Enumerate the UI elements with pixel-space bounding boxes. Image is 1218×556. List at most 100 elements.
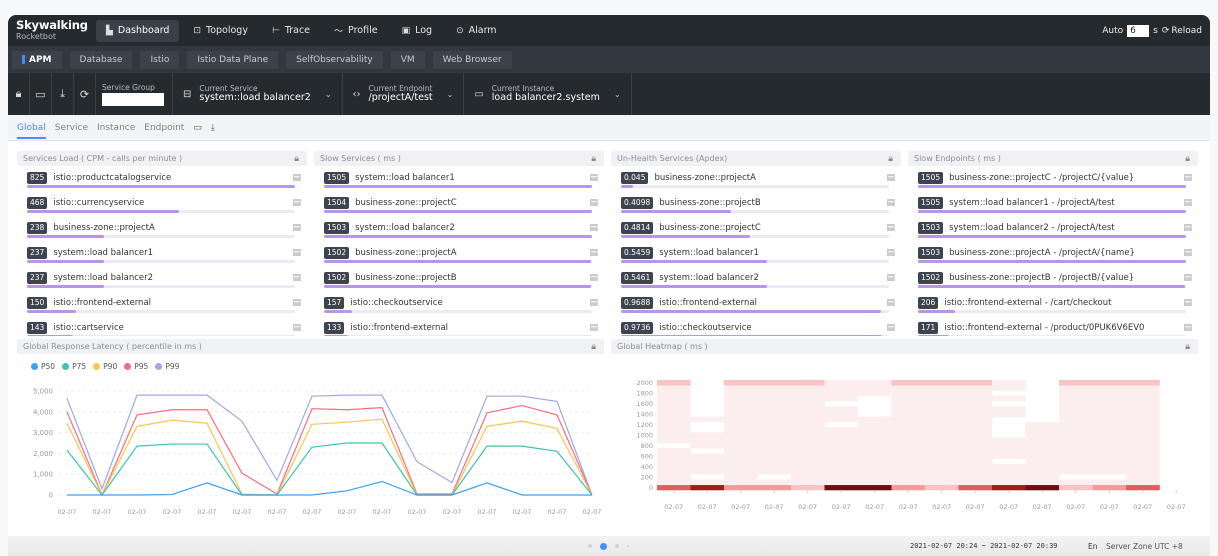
clipboard-icon[interactable]: ▤ xyxy=(886,298,895,308)
heatmap-cell[interactable] xyxy=(1092,458,1127,465)
heatmap-cell[interactable] xyxy=(791,474,825,480)
heatmap-cell[interactable] xyxy=(992,437,1026,444)
heatmap-cell[interactable] xyxy=(1025,427,1060,433)
heatmap-cell[interactable] xyxy=(1025,463,1060,470)
heatmap-cell[interactable] xyxy=(858,390,892,397)
heatmap-cell[interactable] xyxy=(791,390,825,397)
heatmap-cell[interactable] xyxy=(791,395,825,402)
clipboard-icon[interactable]: ▤ xyxy=(292,248,301,258)
nav-profile[interactable]: 〜 Profile xyxy=(324,20,388,42)
heatmap-cell[interactable] xyxy=(824,437,859,444)
heatmap-cell[interactable] xyxy=(925,479,959,486)
heatmap-cell[interactable] xyxy=(1059,458,1093,465)
heatmap-cell[interactable] xyxy=(891,406,926,412)
heatmap-cell[interactable] xyxy=(791,442,825,449)
heatmap-cell[interactable] xyxy=(1126,484,1160,491)
heatmap-cell[interactable] xyxy=(925,484,959,491)
heatmap-cell[interactable] xyxy=(1059,427,1093,433)
heatmap-cell[interactable] xyxy=(1092,484,1127,491)
heatmap-cell[interactable] xyxy=(724,448,758,454)
heatmap-cell[interactable] xyxy=(858,442,892,449)
heatmap-cell[interactable] xyxy=(1059,390,1093,397)
heatmap-cell[interactable] xyxy=(1059,453,1093,459)
heatmap-cell[interactable] xyxy=(724,380,758,386)
series-line-p50[interactable] xyxy=(67,480,592,496)
heatmap-cell[interactable] xyxy=(824,411,859,417)
heatmap-cell[interactable] xyxy=(925,400,959,407)
heatmap-cell[interactable] xyxy=(958,474,993,480)
heatmap-cell[interactable] xyxy=(858,432,892,438)
nav-topology[interactable]: ⊡ Topology xyxy=(183,20,258,42)
list-item[interactable]: 1503 system::load balancer2 ▤ xyxy=(314,216,604,241)
heatmap-cell[interactable] xyxy=(1126,469,1160,475)
heatmap-cell[interactable] xyxy=(757,390,792,397)
heatmap-cell[interactable] xyxy=(1126,432,1160,438)
heatmap-cell[interactable] xyxy=(1092,380,1127,386)
heatmap-cell[interactable] xyxy=(757,421,792,428)
heatmap-cell[interactable] xyxy=(657,484,691,491)
heatmap-cell[interactable] xyxy=(724,479,758,486)
clipboard-icon[interactable]: ▤ xyxy=(1183,223,1192,233)
heatmap-cell[interactable] xyxy=(958,448,993,454)
reload-button[interactable]: ⟳ Reload xyxy=(1162,26,1202,36)
heatmap-cell[interactable] xyxy=(1059,479,1093,486)
legend-item-p75[interactable]: P75 xyxy=(62,362,86,371)
group-tab-database[interactable]: Database xyxy=(69,50,133,69)
list-item[interactable]: 143 istio::cartservice ▤ xyxy=(17,316,307,336)
lock-icon[interactable]: 🔒︎ xyxy=(294,154,299,164)
download-icon[interactable]: ⤓ xyxy=(211,123,215,133)
heatmap-cell[interactable] xyxy=(925,453,959,459)
heatmap-cell[interactable] xyxy=(724,442,758,449)
heatmap-cell[interactable] xyxy=(1092,479,1127,486)
heatmap-cell[interactable] xyxy=(958,385,993,391)
heatmap-cell[interactable] xyxy=(824,448,859,454)
heatmap-cell[interactable] xyxy=(724,484,758,491)
heatmap-cell[interactable] xyxy=(724,406,758,412)
tab-instance[interactable]: Instance xyxy=(97,115,135,141)
heatmap-cell[interactable] xyxy=(724,400,758,407)
heatmap-cell[interactable] xyxy=(724,416,758,423)
heatmap-cell[interactable] xyxy=(824,463,859,470)
clipboard-icon[interactable]: ▤ xyxy=(292,273,301,283)
heatmap-cell[interactable] xyxy=(891,458,926,465)
series-line-p75[interactable] xyxy=(66,442,593,497)
heatmap-cell[interactable] xyxy=(891,390,926,397)
heatmap-cell[interactable] xyxy=(757,395,792,402)
list-item[interactable]: 1503 system::load balancer2 - /projectA/t… xyxy=(908,216,1198,241)
clipboard-icon[interactable]: ▤ xyxy=(589,173,598,183)
heatmap-cell[interactable] xyxy=(1059,432,1093,438)
heatmap-cell[interactable] xyxy=(1126,406,1160,412)
list-item[interactable]: 1502 business-zone::projectB ▤ xyxy=(314,266,604,291)
heatmap-cell[interactable] xyxy=(925,411,959,417)
heatmap-cell[interactable] xyxy=(1092,463,1127,470)
list-item[interactable]: 1505 system::load balancer1 ▤ xyxy=(314,166,604,191)
heatmap-cell[interactable] xyxy=(757,380,792,386)
list-item[interactable]: 1502 business-zone::projectB - /projectB/… xyxy=(908,266,1198,291)
heatmap-cell[interactable] xyxy=(791,458,825,465)
heatmap-cell[interactable] xyxy=(925,458,959,465)
heatmap-cell[interactable] xyxy=(690,453,725,459)
heatmap-cell[interactable] xyxy=(724,390,758,397)
heatmap-cell[interactable] xyxy=(757,437,792,444)
heatmap-cell[interactable] xyxy=(858,437,892,444)
heatmap-cell[interactable] xyxy=(791,453,825,459)
heatmap-cell[interactable] xyxy=(657,390,691,397)
heatmap-cell[interactable] xyxy=(858,479,892,486)
group-tab-web-browser[interactable]: Web Browser xyxy=(432,50,512,69)
group-tab-apm[interactable]: APM xyxy=(12,50,62,69)
heatmap-cell[interactable] xyxy=(824,395,859,402)
heatmap-cell[interactable] xyxy=(925,469,959,475)
heatmap-cell[interactable] xyxy=(757,448,792,454)
clipboard-icon[interactable]: ▤ xyxy=(589,273,598,283)
list-item[interactable]: 237 system::load balancer1 ▤ xyxy=(17,241,307,266)
heatmap-cell[interactable] xyxy=(757,442,792,449)
heatmap-cell[interactable] xyxy=(958,395,993,402)
heatmap-cell[interactable] xyxy=(891,479,926,486)
heatmap-cell[interactable] xyxy=(1126,453,1160,459)
clipboard-icon[interactable]: ▤ xyxy=(292,323,301,333)
clipboard-icon[interactable]: ▤ xyxy=(886,273,895,283)
heatmap-cell[interactable] xyxy=(690,484,725,491)
heatmap-cell[interactable] xyxy=(1126,380,1160,386)
heatmap-cell[interactable] xyxy=(791,484,825,491)
heatmap-cell[interactable] xyxy=(791,469,825,475)
